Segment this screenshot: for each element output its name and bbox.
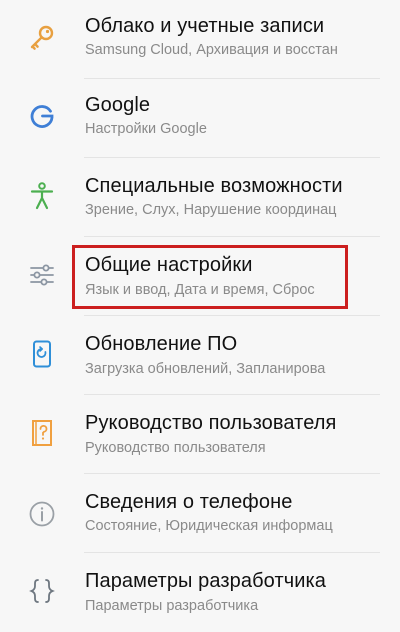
settings-item-software-update[interactable]: Обновление ПО Загрузка обновлений, Запла…: [0, 316, 400, 395]
item-subtitle: Параметры разработчика: [85, 598, 259, 614]
settings-item-general-management[interactable]: Общие настройки Язык и ввод, Дата и врем…: [0, 237, 400, 316]
item-subtitle: Состояние, Юридическая информац: [85, 518, 333, 534]
settings-item-about-phone[interactable]: Сведения о телефоне Состояние, Юридическ…: [0, 474, 400, 553]
item-title: Google: [85, 94, 151, 116]
developer-braces-icon: [22, 571, 62, 611]
software-update-icon: [22, 334, 62, 374]
settings-item-cloud-accounts[interactable]: Облако и учетные записи Samsung Cloud, А…: [0, 0, 400, 79]
item-subtitle: Samsung Cloud, Архивация и восстан: [85, 42, 338, 58]
item-title: Облако и учетные записи: [85, 15, 325, 37]
item-title: Параметры разработчика: [85, 570, 327, 592]
settings-item-google[interactable]: Google Настройки Google: [0, 79, 400, 158]
user-manual-icon: [22, 413, 62, 453]
item-title: Сведения о телефоне: [85, 491, 293, 513]
item-title: Общие настройки: [85, 254, 253, 276]
google-g-icon: [22, 97, 62, 137]
sliders-icon: [22, 255, 62, 295]
item-title: Обновление ПО: [85, 333, 238, 355]
info-icon: [22, 494, 62, 534]
item-title: Руководство пользователя: [85, 412, 337, 434]
item-subtitle: Язык и ввод, Дата и время, Сброс: [85, 282, 315, 298]
settings-item-user-manual[interactable]: Руководство пользователя Руководство пол…: [0, 395, 400, 474]
item-title: Специальные возможности: [85, 175, 343, 197]
settings-list: Облако и учетные записи Samsung Cloud, А…: [0, 0, 400, 632]
item-subtitle: Настройки Google: [85, 121, 207, 137]
item-subtitle: Загрузка обновлений, Запланирова: [85, 361, 326, 377]
key-icon: [22, 18, 62, 58]
item-subtitle: Руководство пользователя: [85, 440, 266, 456]
settings-item-accessibility[interactable]: Специальные возможности Зрение, Слух, На…: [0, 158, 400, 237]
accessibility-person-icon: [22, 176, 62, 216]
item-subtitle: Зрение, Слух, Нарушение координац: [85, 202, 337, 218]
settings-item-developer-options[interactable]: Параметры разработчика Параметры разрабо…: [0, 553, 400, 632]
